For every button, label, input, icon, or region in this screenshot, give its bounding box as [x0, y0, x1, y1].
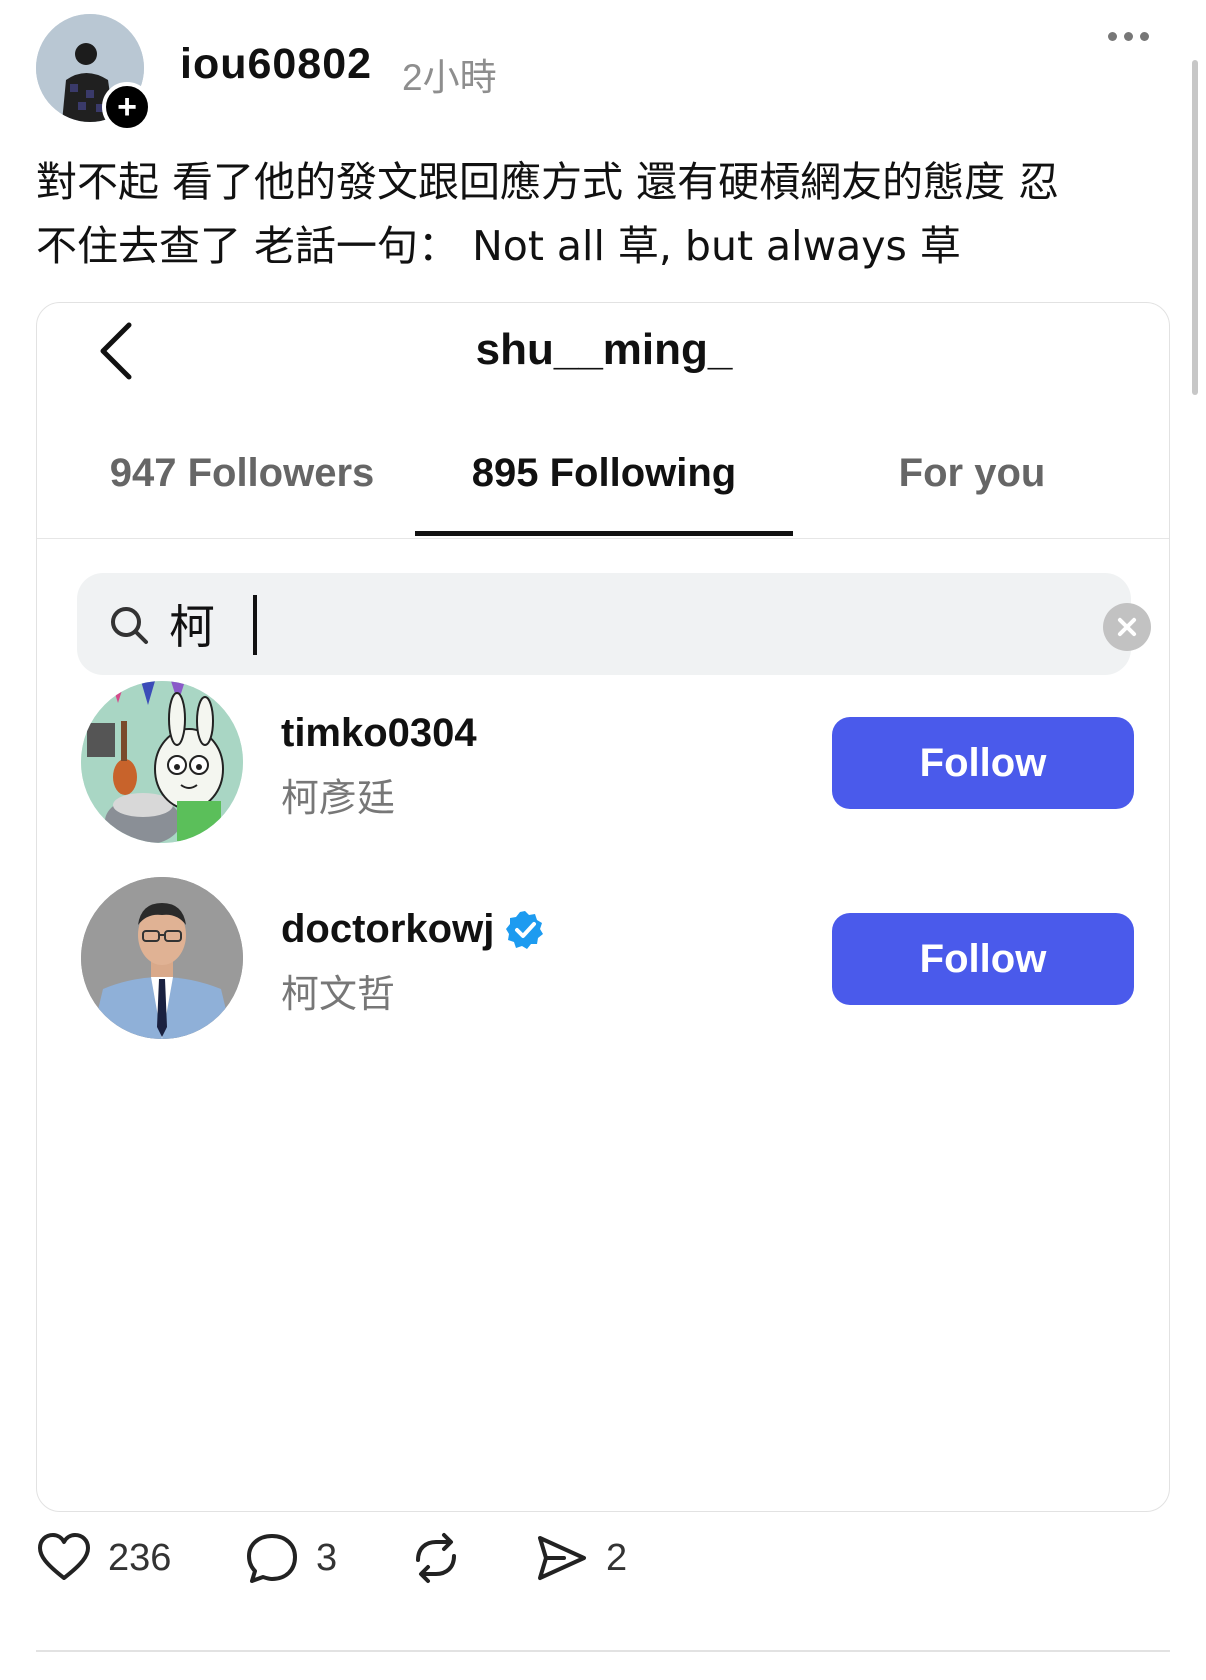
comment-action[interactable]: 3	[244, 1530, 337, 1586]
tab-followers[interactable]: 947 Followers	[77, 451, 407, 496]
comment-count: 3	[316, 1536, 338, 1579]
verified-badge-icon	[506, 910, 544, 949]
repost-action[interactable]	[408, 1530, 464, 1586]
search-input[interactable]	[169, 595, 989, 653]
user-full-name: 柯文哲	[281, 972, 396, 1016]
post-body: 對不起 看了他的發文跟回應方式 還有硬槓網友的態度 忍 不住去查了 老話一句： …	[36, 150, 1186, 278]
user-full-name: 柯彥廷	[281, 776, 396, 820]
post-actions-bar: 236 3 2	[0, 1530, 1206, 1630]
post-body-line: 不住去查了 老話一句： Not all 草, but always 草	[36, 222, 961, 270]
post-timestamp: 2小時	[402, 57, 497, 98]
follow-button[interactable]: Follow	[832, 717, 1134, 809]
share-action[interactable]: 2	[534, 1530, 627, 1586]
repost-icon	[416, 1533, 456, 1583]
heart-icon	[38, 1533, 90, 1580]
cartoon-avatar-image	[81, 681, 243, 843]
user-handle[interactable]: doctorkowj	[281, 907, 546, 952]
list-item[interactable]: timko0304 柯彥廷 Follow	[37, 681, 1169, 851]
comment-bubble-icon	[247, 1534, 297, 1583]
active-tab-indicator	[415, 531, 793, 536]
user-handle-text: timko0304	[281, 711, 477, 755]
embedded-screenshot-card[interactable]: shu__ming_ 947 Followers 895 Following F…	[36, 302, 1170, 1512]
search-icon	[111, 607, 148, 644]
like-action[interactable]: 236	[36, 1530, 171, 1586]
list-item[interactable]: doctorkowj 柯文哲 Follow	[37, 877, 1169, 1047]
search-bar[interactable]	[77, 573, 1151, 675]
more-options-icon[interactable]	[1108, 24, 1158, 48]
tab-following[interactable]: 895 Following	[415, 451, 793, 496]
text-caret	[253, 595, 257, 655]
user-avatar[interactable]	[81, 877, 243, 1039]
clear-search-icon[interactable]	[1103, 603, 1151, 651]
post-body-line: 對不起 看了他的發文跟回應方式 還有硬槓網友的態度 忍	[36, 158, 1060, 206]
share-count: 2	[606, 1536, 628, 1579]
user-handle[interactable]: timko0304	[281, 711, 477, 756]
follow-author-plus-icon[interactable]: +	[102, 82, 152, 132]
like-count: 236	[108, 1536, 172, 1579]
user-handle-text: doctorkowj	[281, 907, 495, 951]
profile-tabs: 947 Followers 895 Following For you	[37, 421, 1169, 539]
author-username[interactable]: iou60802	[180, 40, 372, 89]
portrait-avatar-image	[81, 877, 243, 1039]
post-divider	[36, 1650, 1170, 1652]
send-share-icon	[538, 1536, 586, 1580]
user-avatar[interactable]	[81, 681, 243, 843]
follow-button[interactable]: Follow	[832, 913, 1134, 1005]
scrollbar[interactable]	[1192, 60, 1198, 395]
tab-for-you[interactable]: For you	[807, 451, 1137, 496]
profile-title: shu__ming_	[475, 325, 733, 374]
